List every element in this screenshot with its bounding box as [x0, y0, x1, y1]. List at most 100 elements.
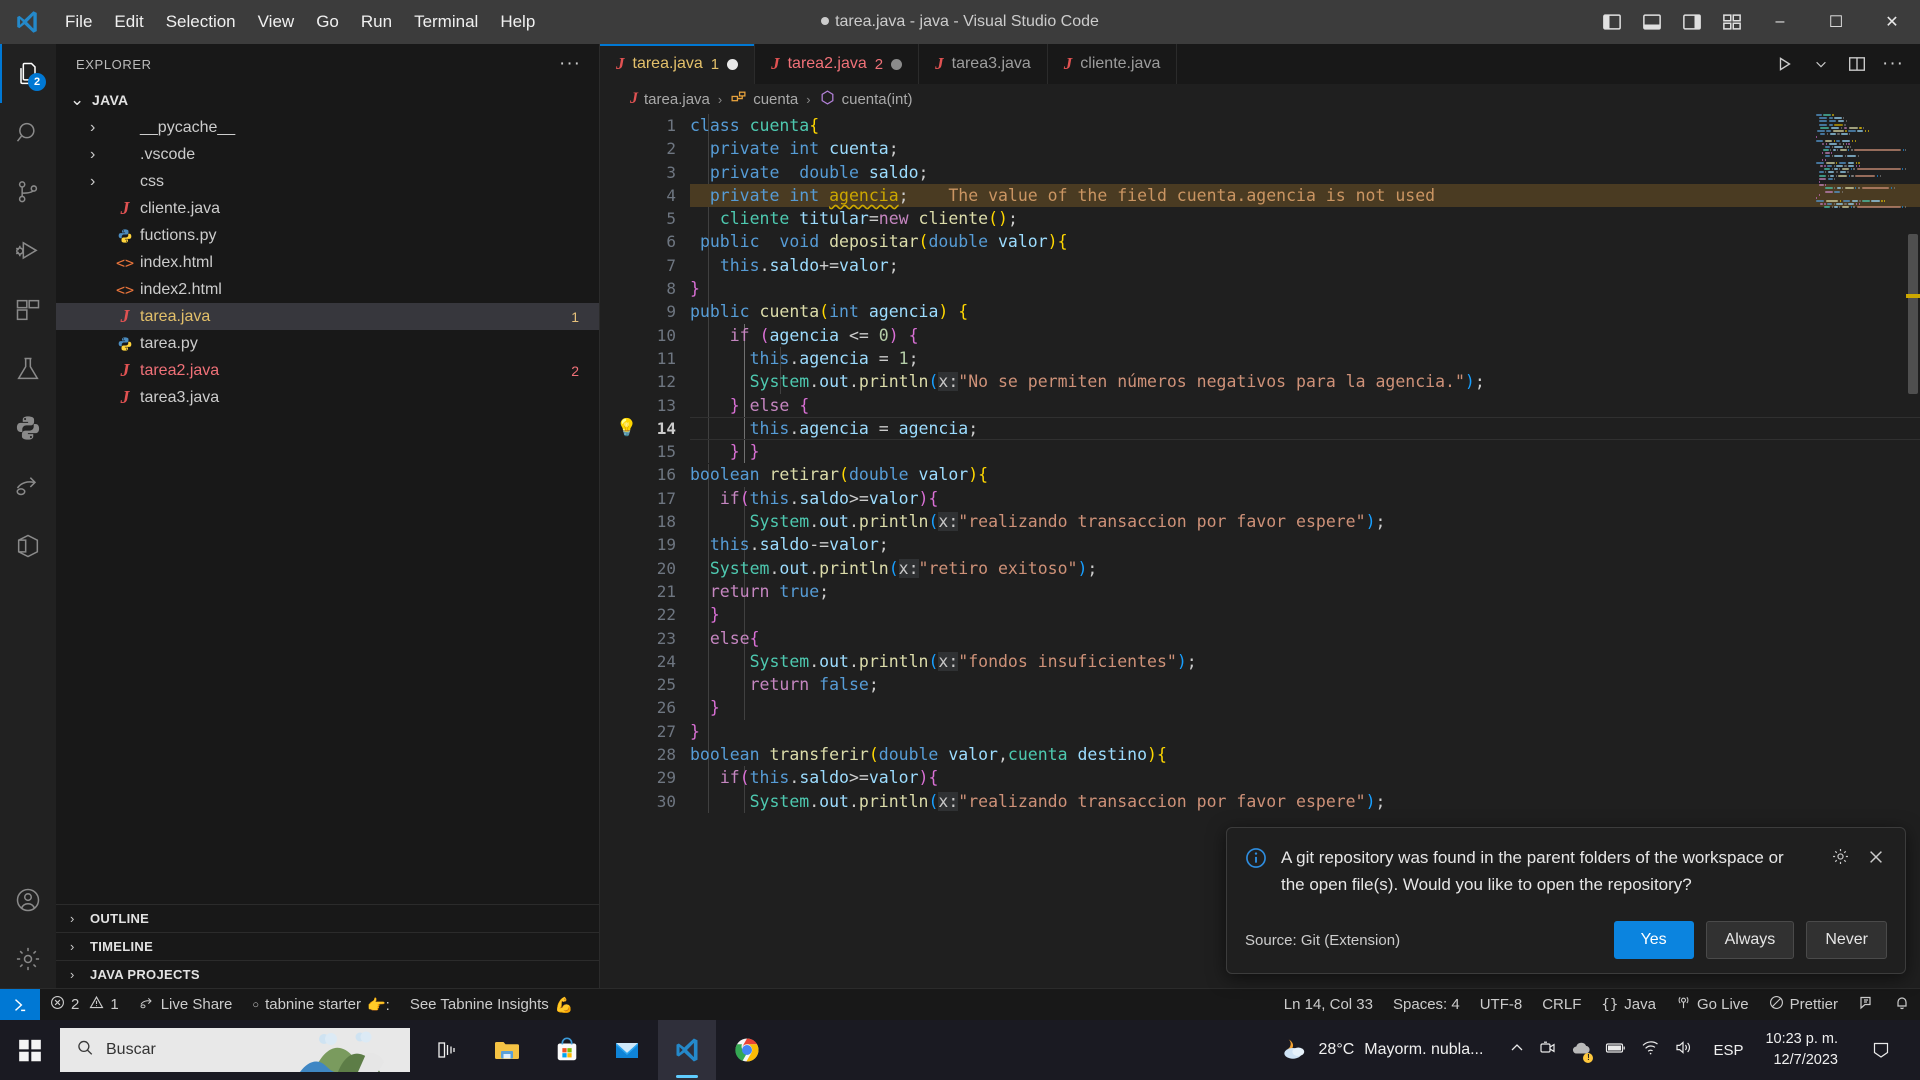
scrollbar-thumb[interactable]: [1908, 234, 1918, 394]
folder-icon[interactable]: [478, 1020, 536, 1080]
system-tray[interactable]: !: [1499, 1039, 1703, 1063]
tree-item-tarea-py[interactable]: tarea.py: [56, 330, 599, 357]
code-line[interactable]: if(this.saldo>=valor){: [690, 766, 1920, 789]
code-line[interactable]: class cuenta{: [690, 114, 1920, 137]
code-line[interactable]: else{: [690, 627, 1920, 650]
breadcrumb-class[interactable]: cuenta: [753, 91, 798, 108]
windows-start-icon[interactable]: [0, 1020, 60, 1080]
status-language-mode[interactable]: {} Java: [1591, 989, 1666, 1021]
tree-item-tarea2-java[interactable]: J tarea2.java 2: [56, 357, 599, 384]
code-line[interactable]: boolean transferir(double valor,cuenta d…: [690, 743, 1920, 766]
tab-tarea2-java[interactable]: J tarea2.java 2: [755, 44, 920, 84]
status-live-share[interactable]: Live Share: [129, 989, 243, 1021]
code-line[interactable]: this.agencia = agencia;: [690, 417, 1920, 440]
activity-item-source-control[interactable]: [0, 162, 56, 221]
code-line[interactable]: public void depositar(double valor){: [690, 230, 1920, 253]
code-line[interactable]: }: [690, 603, 1920, 626]
code-line[interactable]: private double saldo;: [690, 161, 1920, 184]
notification-toast[interactable]: A git repository was found in the parent…: [1226, 826, 1906, 974]
sidebar-collapsed-sections[interactable]: › OUTLINE › TIMELINE › JAVA PROJECTS: [56, 904, 599, 988]
activity-item-manage-gear-icon[interactable]: [0, 929, 56, 988]
activity-item-search[interactable]: [0, 103, 56, 162]
status-feedback[interactable]: [1848, 989, 1884, 1021]
tree-item-tarea3-java[interactable]: J tarea3.java: [56, 384, 599, 411]
battery-icon[interactable]: [1605, 1040, 1627, 1061]
code-line[interactable]: this.saldo+=valor;: [690, 254, 1920, 277]
task-view-icon[interactable]: [418, 1020, 476, 1080]
status-tabnine-insights[interactable]: See Tabnine Insights 💪: [400, 989, 584, 1021]
code-line[interactable]: cliente titular=new cliente();: [690, 207, 1920, 230]
tree-item-index-html[interactable]: <> index.html: [56, 249, 599, 276]
tree-item-vscode[interactable]: › .vscode: [56, 141, 599, 168]
panel-left-icon[interactable]: [1592, 0, 1632, 44]
code-line[interactable]: System.out.println(x:"retiro exitoso");: [690, 557, 1920, 580]
taskbar-pinned-apps[interactable]: [418, 1020, 776, 1080]
close-button[interactable]: ✕: [1864, 0, 1920, 44]
tree-item-index2-html[interactable]: <> index2.html: [56, 276, 599, 303]
tree-item-cliente-java[interactable]: J cliente.java: [56, 195, 599, 222]
wifi-icon[interactable]: [1641, 1039, 1660, 1061]
code-line[interactable]: this.saldo-=valor;: [690, 533, 1920, 556]
sidebar-section-timeline[interactable]: › TIMELINE: [56, 932, 599, 960]
activity-item-explorer[interactable]: 2: [0, 44, 56, 103]
code-line[interactable]: System.out.println(x:"fondos insuficient…: [690, 650, 1920, 673]
code-line[interactable]: }: [690, 696, 1920, 719]
notification-always-button[interactable]: Always: [1705, 921, 1795, 959]
layout-grid-icon[interactable]: [1712, 0, 1752, 44]
code-line[interactable]: } else {: [690, 394, 1920, 417]
menu-item-edit[interactable]: Edit: [103, 0, 154, 44]
taskbar-weather[interactable]: 28°C Mayorm. nubla...: [1265, 1020, 1498, 1080]
status-encoding[interactable]: UTF-8: [1470, 989, 1533, 1021]
menu-item-selection[interactable]: Selection: [155, 0, 247, 44]
activity-item-package-explorer[interactable]: [0, 516, 56, 575]
tree-item-fuctions-py[interactable]: fuctions.py: [56, 222, 599, 249]
breadcrumb-file[interactable]: tarea.java: [644, 91, 710, 108]
chevron-up-icon[interactable]: [1509, 1040, 1525, 1061]
status-tabnine-starter[interactable]: ○ tabnine starter 👉:: [242, 989, 399, 1021]
tree-item-pycache[interactable]: › __pycache__: [56, 114, 599, 141]
menu-item-go[interactable]: Go: [305, 0, 350, 44]
close-icon[interactable]: [1865, 846, 1887, 868]
taskbar-clock[interactable]: 10:23 p. m. 12/7/2023: [1753, 1029, 1850, 1071]
tree-root-java[interactable]: ⌄ JAVA: [56, 86, 599, 114]
mail-icon[interactable]: [598, 1020, 656, 1080]
activity-item-python[interactable]: [0, 398, 56, 457]
code-line[interactable]: System.out.println(x:"realizando transac…: [690, 510, 1920, 533]
notification-toolbar[interactable]: [1829, 846, 1887, 868]
taskbar-right[interactable]: 28°C Mayorm. nubla... ! ESP 10:23 p. m. …: [1265, 1020, 1920, 1080]
vscode-icon[interactable]: [658, 1020, 716, 1080]
menu-item-run[interactable]: Run: [350, 0, 403, 44]
panel-bottom-icon[interactable]: [1632, 0, 1672, 44]
lightbulb-icon[interactable]: 💡: [616, 418, 637, 438]
code-line[interactable]: return true;: [690, 580, 1920, 603]
code-line[interactable]: private int cuenta;: [690, 137, 1920, 160]
tab-dirty-icon[interactable]: [891, 58, 903, 70]
activity-item-extensions[interactable]: [0, 280, 56, 339]
tab-tarea3-java[interactable]: J tarea3.java: [919, 44, 1048, 84]
code-line[interactable]: }: [690, 720, 1920, 743]
menu-bar[interactable]: File Edit Selection View Go Run Terminal…: [54, 0, 546, 44]
status-notifications[interactable]: [1884, 989, 1920, 1021]
menu-item-terminal[interactable]: Terminal: [403, 0, 489, 44]
notification-never-button[interactable]: Never: [1806, 921, 1887, 959]
code-line[interactable]: System.out.println(x:"No se permiten núm…: [690, 370, 1920, 393]
chevron-down-icon[interactable]: [1804, 44, 1838, 84]
code-line[interactable]: } }: [690, 440, 1920, 463]
camera-icon[interactable]: [1539, 1039, 1557, 1062]
code-line[interactable]: System.out.println(x:"realizando transac…: [690, 790, 1920, 813]
tab-cliente-java[interactable]: J cliente.java: [1047, 44, 1178, 84]
menu-item-file[interactable]: File: [54, 0, 103, 44]
activity-bar[interactable]: 2: [0, 44, 56, 988]
menu-item-view[interactable]: View: [247, 0, 306, 44]
status-prettier[interactable]: Prettier: [1759, 989, 1848, 1021]
code-line[interactable]: this.agencia = 1;: [690, 347, 1920, 370]
input-language-indicator[interactable]: ESP: [1705, 1042, 1751, 1059]
minimize-button[interactable]: –: [1752, 0, 1808, 44]
notification-buttons[interactable]: Yes Always Never: [1613, 921, 1887, 959]
activity-item-run-and-debug[interactable]: [0, 221, 56, 280]
editor-glyph-margin[interactable]: 💡: [600, 114, 646, 988]
activity-item-testing[interactable]: [0, 339, 56, 398]
windows-taskbar[interactable]: Buscar 28°C Mayorm. nubla... ! ESP 10:23…: [0, 1020, 1920, 1080]
breadcrumb-method[interactable]: cuenta(int): [842, 91, 913, 108]
more-actions-icon[interactable]: ···: [1876, 44, 1910, 84]
